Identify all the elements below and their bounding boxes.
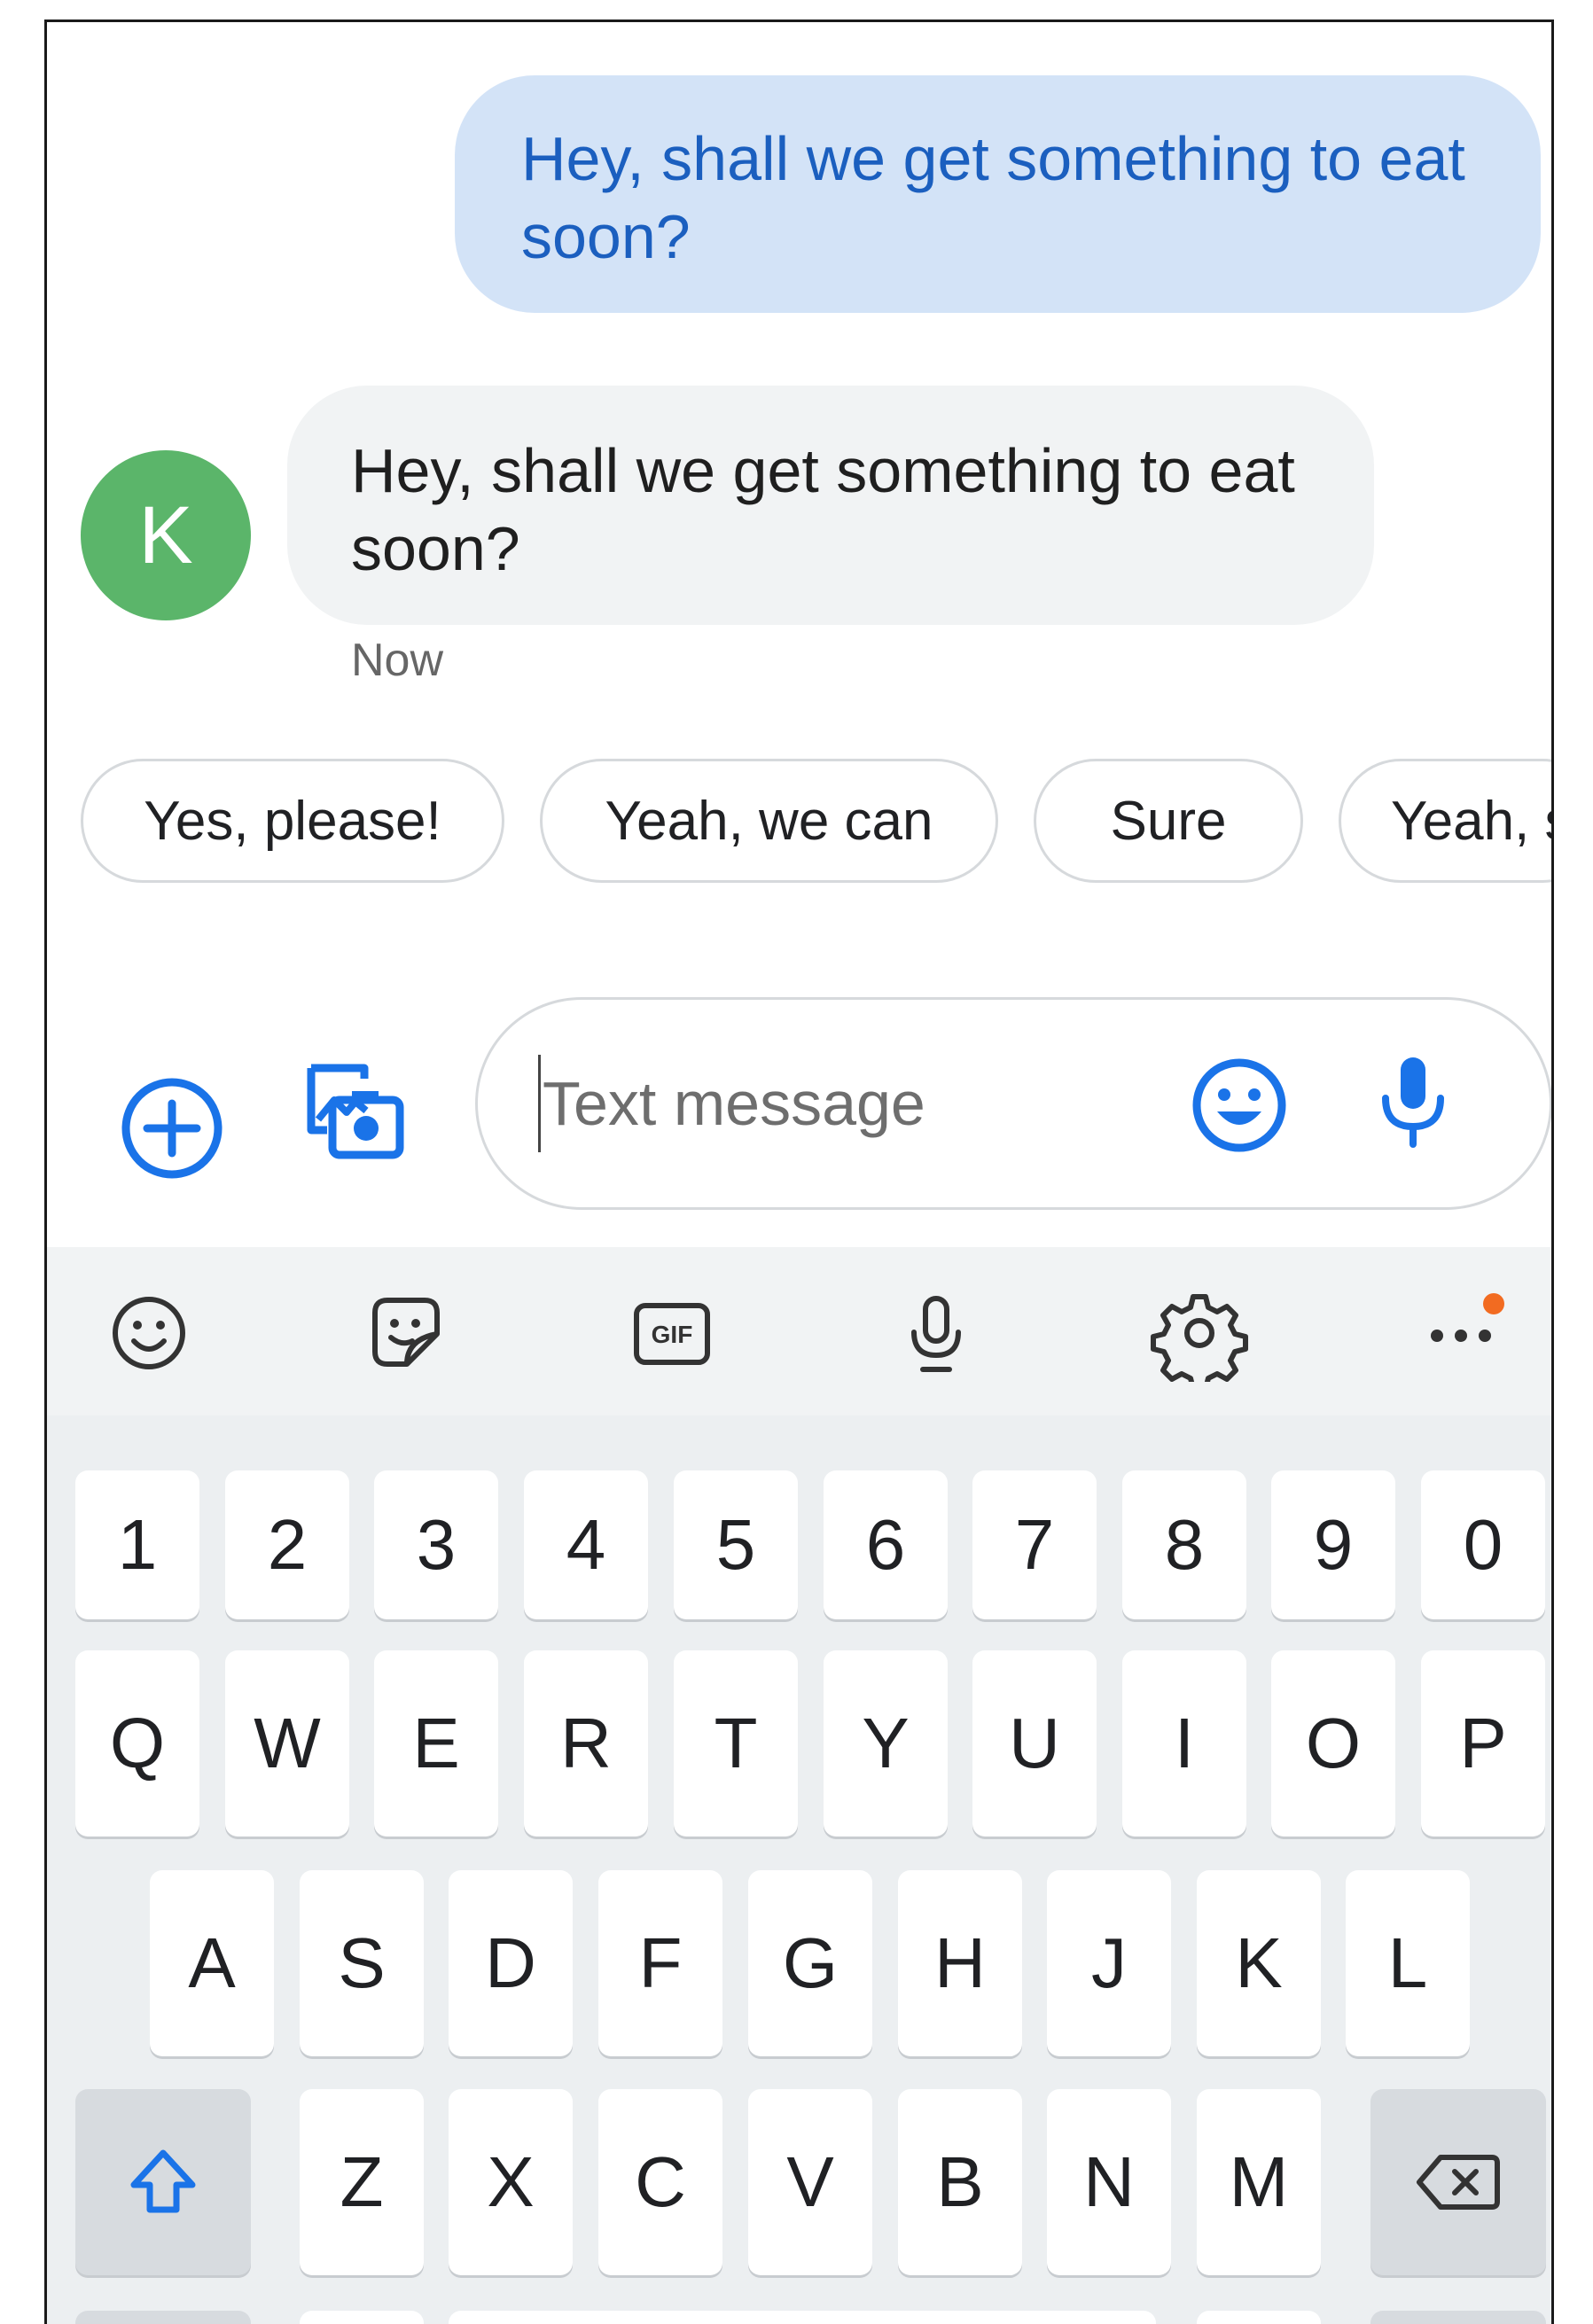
gallery-camera-button[interactable] (293, 1050, 409, 1166)
outgoing-message-bubble[interactable]: Hey, shall we get something to eat soon? (455, 75, 1541, 313)
gallery-camera-icon (307, 1064, 404, 1159)
key-t[interactable]: T (674, 1650, 798, 1837)
gif-button[interactable]: GIF (623, 1284, 721, 1382)
plus-circle-icon (121, 1078, 223, 1179)
shift-key[interactable] (75, 2089, 251, 2275)
text-message-input[interactable] (538, 1055, 1159, 1152)
sticker-button[interactable] (357, 1284, 455, 1382)
key-3[interactable]: 3 (374, 1470, 498, 1619)
settings-gear-icon (1151, 1294, 1248, 1392)
incoming-message-text: Hey, shall we get something to eat soon? (351, 436, 1295, 583)
key-q[interactable]: Q (75, 1650, 199, 1837)
notification-dot-icon (1483, 1293, 1504, 1314)
smart-reply-chip[interactable]: Yes, please! (81, 759, 504, 883)
key-a[interactable]: A (150, 1870, 274, 2056)
keyboard-emoji-button[interactable] (100, 1284, 198, 1382)
smart-reply-chip[interactable]: Sure (1034, 759, 1303, 883)
more-icon (1431, 1293, 1504, 1342)
contact-avatar[interactable]: K (81, 450, 251, 620)
backspace-key[interactable] (1370, 2089, 1546, 2275)
keyboard-toolbar: GIF (47, 1247, 1551, 1415)
smart-reply-chip[interactable]: Yeah, we can (540, 759, 998, 883)
more-options-button[interactable] (1412, 1284, 1510, 1382)
key-m[interactable]: M (1197, 2089, 1321, 2275)
messages-screen: Hey, shall we get something to eat soon?… (44, 19, 1554, 2324)
key-j[interactable]: J (1047, 1870, 1171, 2056)
key-y[interactable]: Y (824, 1650, 948, 1837)
key-s[interactable]: S (300, 1870, 424, 2056)
gif-label: GIF (652, 1321, 693, 1348)
key-x[interactable]: X (449, 2089, 573, 2275)
key-7[interactable]: 7 (972, 1470, 1097, 1619)
symbols-key[interactable] (75, 2311, 251, 2324)
key-2[interactable]: 2 (225, 1470, 349, 1619)
comma-key[interactable] (300, 2311, 424, 2324)
key-e[interactable]: E (374, 1650, 498, 1837)
emoji-icon (113, 1297, 185, 1369)
key-f[interactable]: F (598, 1870, 722, 2056)
key-k[interactable]: K (1197, 1870, 1321, 2056)
enter-key[interactable] (1370, 2311, 1546, 2324)
compose-field-container (475, 997, 1551, 1210)
space-key[interactable] (449, 2311, 1156, 2324)
outgoing-message-text: Hey, shall we get something to eat soon? (521, 124, 1465, 271)
voice-typing-button[interactable] (887, 1284, 985, 1382)
key-r[interactable]: R (524, 1650, 648, 1837)
period-key[interactable] (1197, 2311, 1321, 2324)
key-v[interactable]: V (748, 2089, 872, 2275)
key-w[interactable]: W (225, 1650, 349, 1837)
sticker-icon (372, 1298, 440, 1367)
key-8[interactable]: 8 (1122, 1470, 1246, 1619)
incoming-message-bubble[interactable]: Hey, shall we get something to eat soon? (287, 386, 1374, 625)
key-g[interactable]: G (748, 1870, 872, 2056)
smiley-icon (1192, 1058, 1286, 1152)
key-4[interactable]: 4 (524, 1470, 648, 1619)
emoji-button[interactable] (1187, 1053, 1292, 1158)
key-o[interactable]: O (1271, 1650, 1395, 1837)
key-c[interactable]: C (598, 2089, 722, 2275)
key-p[interactable]: P (1421, 1650, 1545, 1837)
key-n[interactable]: N (1047, 2089, 1171, 2275)
microphone-icon (911, 1296, 961, 1372)
add-attachment-button[interactable] (119, 1075, 225, 1181)
voice-message-button[interactable] (1364, 1049, 1462, 1155)
key-9[interactable]: 9 (1271, 1470, 1395, 1619)
on-screen-keyboard: G I F 1 2 3 4 5 6 7 8 9 0 Q W E R T Y U I … (47, 1247, 1551, 2324)
message-timestamp: Now (351, 635, 444, 686)
key-i[interactable]: I (1122, 1650, 1246, 1837)
key-0[interactable]: 0 (1421, 1470, 1545, 1619)
key-6[interactable]: 6 (824, 1470, 948, 1619)
keyboard-settings-button[interactable] (1151, 1284, 1248, 1392)
key-5[interactable]: 5 (674, 1470, 798, 1619)
smart-reply-chip[interactable]: Yeah, s (1339, 759, 1551, 883)
key-l[interactable]: L (1346, 1870, 1470, 2056)
microphone-icon (1382, 1057, 1444, 1148)
shift-arrow-icon (130, 2149, 196, 2213)
avatar-initial: K (138, 489, 193, 581)
key-1[interactable]: 1 (75, 1470, 199, 1619)
key-u[interactable]: U (972, 1650, 1097, 1837)
backspace-icon (1417, 2155, 1500, 2210)
key-d[interactable]: D (449, 1870, 573, 2056)
gif-icon: GIF (634, 1303, 710, 1365)
key-h[interactable]: H (898, 1870, 1022, 2056)
key-b[interactable]: B (898, 2089, 1022, 2275)
key-z[interactable]: Z (300, 2089, 424, 2275)
